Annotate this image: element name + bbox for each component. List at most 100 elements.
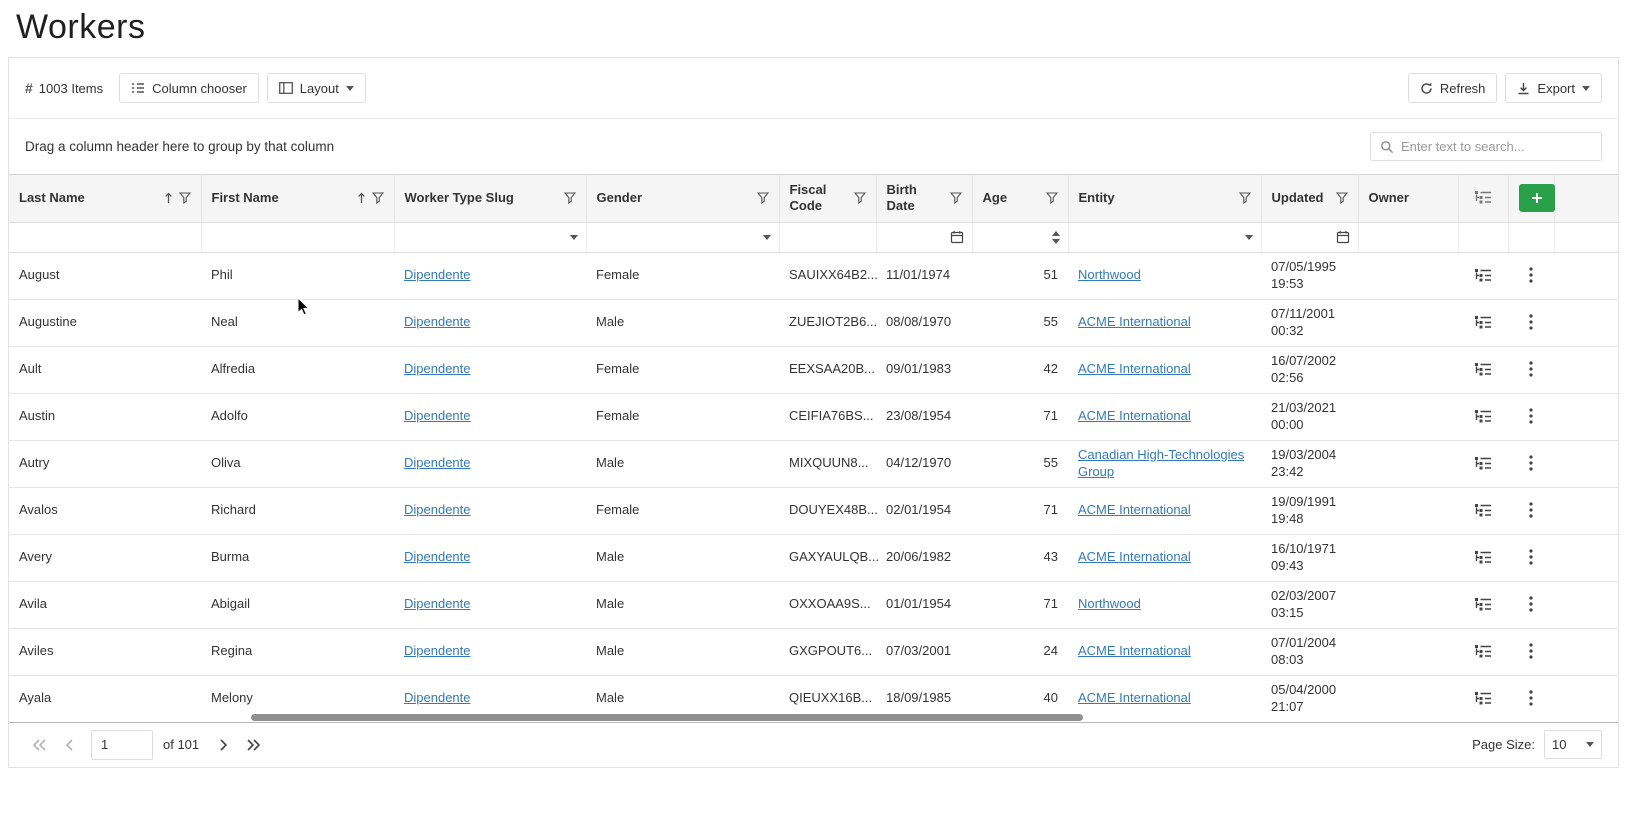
- first-page-button[interactable]: [25, 731, 53, 759]
- hierarchy-button[interactable]: [1470, 311, 1496, 333]
- filter-funnel-icon[interactable]: [1336, 192, 1348, 204]
- table-row[interactable]: Ault Alfredia Dipendente Female EEXSAA20…: [9, 346, 1618, 393]
- filter-first-name-input[interactable]: [210, 230, 386, 245]
- hierarchy-button[interactable]: [1470, 499, 1496, 521]
- column-header-birth-date[interactable]: Birth Date: [876, 175, 972, 223]
- table-row[interactable]: Austin Adolfo Dipendente Female CEIFIA76…: [9, 393, 1618, 440]
- add-row-button[interactable]: [1519, 184, 1555, 212]
- filter-updated-input[interactable]: [1270, 230, 1332, 245]
- hierarchy-button[interactable]: [1470, 264, 1496, 286]
- dropdown-caret-icon[interactable]: [763, 235, 771, 240]
- column-header-owner[interactable]: Owner: [1358, 175, 1458, 223]
- worker-type-link[interactable]: Dipendente: [404, 267, 471, 282]
- entity-link[interactable]: ACME International: [1078, 690, 1191, 705]
- column-header-fiscal-code[interactable]: Fiscal Code: [779, 175, 876, 223]
- column-chooser-button[interactable]: Column chooser: [119, 73, 259, 103]
- table-row[interactable]: August Phil Dipendente Female SAUIXX64B2…: [9, 252, 1618, 299]
- column-header-updated[interactable]: Updated: [1261, 175, 1358, 223]
- entity-link[interactable]: ACME International: [1078, 549, 1191, 564]
- row-menu-button[interactable]: [1525, 686, 1537, 710]
- table-row[interactable]: Avalos Richard Dipendente Female DOUYEX4…: [9, 487, 1618, 534]
- worker-type-link[interactable]: Dipendente: [404, 455, 471, 470]
- entity-link[interactable]: Northwood: [1078, 596, 1141, 611]
- prev-page-button[interactable]: [55, 731, 83, 759]
- chevron-down-icon: [1586, 742, 1594, 747]
- row-menu-button[interactable]: [1525, 545, 1537, 569]
- filter-birth-date-input[interactable]: [885, 230, 946, 245]
- entity-link[interactable]: Northwood: [1078, 267, 1141, 282]
- hierarchy-button[interactable]: [1470, 452, 1496, 474]
- filter-funnel-icon[interactable]: [372, 192, 384, 204]
- filter-funnel-icon[interactable]: [179, 192, 191, 204]
- table-row[interactable]: Augustine Neal Dipendente Male ZUEJIOT2B…: [9, 299, 1618, 346]
- filter-funnel-icon[interactable]: [564, 192, 576, 204]
- entity-link[interactable]: ACME International: [1078, 643, 1191, 658]
- row-menu-button[interactable]: [1525, 451, 1537, 475]
- worker-type-link[interactable]: Dipendente: [404, 502, 471, 517]
- column-header-last-name[interactable]: Last Name: [9, 175, 201, 223]
- worker-type-link[interactable]: Dipendente: [404, 314, 471, 329]
- hierarchy-button[interactable]: [1470, 358, 1496, 380]
- filter-owner-input[interactable]: [1367, 230, 1450, 245]
- layout-button[interactable]: Layout: [267, 73, 366, 103]
- column-header-worker-type-slug[interactable]: Worker Type Slug: [394, 175, 586, 223]
- filter-age-input[interactable]: [981, 230, 1048, 245]
- filter-funnel-icon[interactable]: [950, 192, 962, 204]
- worker-type-link[interactable]: Dipendente: [404, 690, 471, 705]
- table-row[interactable]: Avila Abigail Dipendente Male OXXOAA9S..…: [9, 581, 1618, 628]
- worker-type-link[interactable]: Dipendente: [404, 643, 471, 658]
- entity-link[interactable]: ACME International: [1078, 502, 1191, 517]
- calendar-icon[interactable]: [950, 230, 964, 244]
- filter-funnel-icon[interactable]: [1239, 192, 1251, 204]
- entity-link[interactable]: ACME International: [1078, 408, 1191, 423]
- worker-type-link[interactable]: Dipendente: [404, 596, 471, 611]
- row-menu-button[interactable]: [1525, 263, 1537, 287]
- column-header-first-name[interactable]: First Name: [201, 175, 394, 223]
- row-menu-button[interactable]: [1525, 639, 1537, 663]
- worker-type-link[interactable]: Dipendente: [404, 549, 471, 564]
- hierarchy-button[interactable]: [1470, 546, 1496, 568]
- filter-funnel-icon[interactable]: [854, 192, 866, 204]
- row-menu-button[interactable]: [1525, 357, 1537, 381]
- filter-entity-input[interactable]: [1077, 230, 1241, 245]
- table-row[interactable]: Avery Burma Dipendente Male GAXYAULQB...…: [9, 534, 1618, 581]
- column-header-age[interactable]: Age: [972, 175, 1068, 223]
- spin-down-icon[interactable]: [1052, 239, 1060, 244]
- last-page-button[interactable]: [239, 731, 267, 759]
- cell-updated: 07/05/199519:53: [1261, 252, 1358, 299]
- refresh-button[interactable]: Refresh: [1408, 73, 1498, 103]
- filter-worker-type-input[interactable]: [403, 230, 566, 245]
- hierarchy-button[interactable]: [1470, 593, 1496, 615]
- filter-funnel-icon[interactable]: [757, 192, 769, 204]
- calendar-icon[interactable]: [1336, 230, 1350, 244]
- worker-type-link[interactable]: Dipendente: [404, 408, 471, 423]
- page-number-input[interactable]: [91, 730, 153, 760]
- column-header-gender[interactable]: Gender: [586, 175, 779, 223]
- table-row[interactable]: Autry Oliva Dipendente Male MIXQUUN8... …: [9, 440, 1618, 487]
- filter-funnel-icon[interactable]: [1046, 192, 1058, 204]
- dropdown-caret-icon[interactable]: [1245, 235, 1253, 240]
- filter-gender-input[interactable]: [595, 230, 759, 245]
- hierarchy-button[interactable]: [1470, 687, 1496, 709]
- dropdown-caret-icon[interactable]: [570, 235, 578, 240]
- worker-type-link[interactable]: Dipendente: [404, 361, 471, 376]
- next-page-button[interactable]: [209, 731, 237, 759]
- filter-fiscal-code-input[interactable]: [788, 230, 868, 245]
- row-menu-button[interactable]: [1525, 498, 1537, 522]
- table-row[interactable]: Aviles Regina Dipendente Male GXGPOUT6..…: [9, 628, 1618, 675]
- page-size-select[interactable]: 10: [1544, 730, 1602, 759]
- horizontal-scrollbar-thumb[interactable]: [251, 714, 1083, 721]
- row-menu-button[interactable]: [1525, 592, 1537, 616]
- entity-link[interactable]: Canadian High-Technologies Group: [1078, 447, 1244, 479]
- column-header-entity[interactable]: Entity: [1068, 175, 1261, 223]
- hierarchy-button[interactable]: [1470, 640, 1496, 662]
- filter-last-name-input[interactable]: [17, 230, 193, 245]
- search-input[interactable]: [1401, 139, 1592, 154]
- spin-up-icon[interactable]: [1052, 231, 1060, 236]
- entity-link[interactable]: ACME International: [1078, 361, 1191, 376]
- row-menu-button[interactable]: [1525, 404, 1537, 428]
- entity-link[interactable]: ACME International: [1078, 314, 1191, 329]
- row-menu-button[interactable]: [1525, 310, 1537, 334]
- hierarchy-button[interactable]: [1470, 405, 1496, 427]
- export-button[interactable]: Export: [1505, 73, 1602, 103]
